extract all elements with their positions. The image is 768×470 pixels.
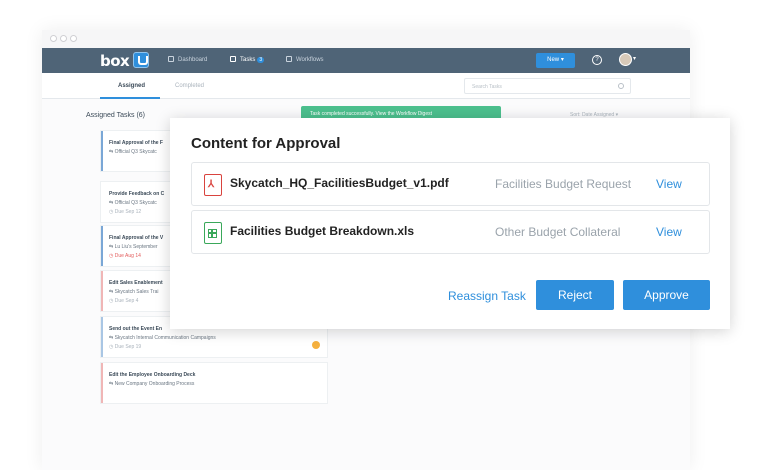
search-input[interactable]: Search Tasks [464, 78, 631, 94]
task-subtitle-text: Skycatch Internal Communication Campaign… [114, 335, 216, 341]
task-card[interactable]: Edit the Employee Onboarding Deck ⇆ New … [100, 362, 328, 404]
task-accent-bar [101, 226, 103, 266]
task-due-text: Due Aug 14 [114, 253, 141, 259]
checkbox-icon [230, 56, 236, 62]
task-due-text: Due Sep 12 [114, 209, 142, 215]
warning-icon [312, 341, 320, 349]
file-row[interactable]: ⅄ Skycatch_HQ_FacilitiesBudget_v1.pdf Fa… [191, 162, 710, 206]
task-subtitle: ⇆ Lu Liu's September [109, 244, 158, 250]
grid-icon [168, 56, 174, 62]
pdf-file-icon: ⅄ [204, 174, 222, 196]
top-navbar: box Dashboard Tasks 3 Workflows New ▾ ? ▾ [42, 48, 690, 73]
task-subtitle-text: Lu Liu's September [114, 244, 158, 250]
task-subtitle-text: Official Q3 Skycatc [114, 200, 157, 206]
task-title: Final Approval of the F [109, 140, 163, 146]
spreadsheet-file-icon [204, 222, 222, 244]
new-button[interactable]: New ▾ [536, 53, 575, 68]
chevron-down-icon[interactable]: ▾ [633, 55, 636, 62]
task-due-text: Due Sep 4 [114, 298, 139, 304]
help-icon[interactable]: ? [592, 55, 602, 65]
task-subtitle-text: New Company Onboarding Process [114, 381, 195, 387]
workflow-icon [286, 56, 292, 62]
task-accent-bar [101, 363, 103, 403]
screen: box Dashboard Tasks 3 Workflows New ▾ ? ▾… [0, 0, 768, 470]
file-name: Facilities Budget Breakdown.xls [230, 224, 415, 238]
task-title: Edit the Employee Onboarding Deck [109, 372, 196, 378]
modal-title: Content for Approval [191, 135, 341, 152]
task-due-text: Due Sep 19 [114, 344, 142, 350]
task-due-date: ◷ Due Sep 19 [109, 344, 142, 350]
tasks-count-badge: 3 [257, 57, 265, 63]
window-maximize-button[interactable] [70, 35, 77, 42]
search-icon [618, 83, 624, 89]
task-subtitle: ⇆ Official Q3 Skycatc [109, 149, 157, 155]
file-category: Facilities Budget Request [495, 177, 632, 191]
approval-modal: Content for Approval ⅄ Skycatch_HQ_Facil… [170, 118, 730, 329]
box-logo[interactable]: box [100, 52, 130, 70]
nav-tasks-label: Tasks [240, 57, 256, 63]
task-due-date: ◷ Due Sep 12 [109, 209, 142, 215]
task-subtitle-text: Official Q3 Skycatc [114, 149, 157, 155]
task-subtitle: ⇆ Official Q3 Skycatc [109, 200, 157, 206]
task-due-date: ◷ Due Aug 14 [109, 253, 141, 259]
task-accent-bar [101, 271, 103, 311]
file-category: Other Budget Collateral [495, 225, 621, 239]
file-row[interactable]: Facilities Budget Breakdown.xls Other Bu… [191, 210, 710, 254]
new-button-label: New [547, 57, 560, 63]
active-tab-indicator [100, 97, 160, 99]
task-title: Provide Feedback on C [109, 191, 165, 197]
reassign-task-link[interactable]: Reassign Task [448, 289, 526, 303]
nav-workflows-label: Workflows [296, 57, 324, 63]
nav-dashboard-label: Dashboard [178, 57, 208, 63]
window-close-button[interactable] [50, 35, 57, 42]
tab-completed[interactable]: Completed [175, 83, 204, 89]
task-accent-bar [101, 317, 103, 357]
nav-tasks[interactable]: Tasks 3 [230, 56, 265, 63]
task-subtitle: ⇆ Skycatch Sales Trai [109, 289, 159, 295]
task-tabs: Assigned Completed Search Tasks [42, 73, 690, 99]
approve-button[interactable]: Approve [623, 280, 710, 310]
task-title: Edit Sales Enablement [109, 280, 163, 286]
avatar[interactable] [619, 53, 632, 66]
task-subtitle-text: Skycatch Sales Trai [114, 289, 159, 295]
search-placeholder: Search Tasks [472, 84, 502, 90]
app-switcher-icon[interactable] [133, 52, 149, 68]
nav-workflows[interactable]: Workflows [286, 56, 324, 63]
nav-dashboard[interactable]: Dashboard [168, 56, 207, 63]
task-accent-bar [101, 131, 103, 171]
task-title: Send out the Event En [109, 326, 163, 332]
task-due-date: ◷ Due Sep 4 [109, 298, 139, 304]
view-file-link[interactable]: View [656, 225, 682, 239]
view-file-link[interactable]: View [656, 177, 682, 191]
window-chrome [42, 30, 690, 48]
assigned-tasks-heading: Assigned Tasks (6) [86, 112, 146, 119]
reject-button[interactable]: Reject [536, 280, 614, 310]
task-subtitle: ⇆ New Company Onboarding Process [109, 381, 195, 387]
window-minimize-button[interactable] [60, 35, 67, 42]
file-name: Skycatch_HQ_FacilitiesBudget_v1.pdf [230, 176, 449, 190]
task-title: Final Approval of the V [109, 235, 164, 241]
tab-assigned[interactable]: Assigned [118, 83, 145, 89]
task-subtitle: ⇆ Skycatch Internal Communication Campai… [109, 335, 216, 341]
